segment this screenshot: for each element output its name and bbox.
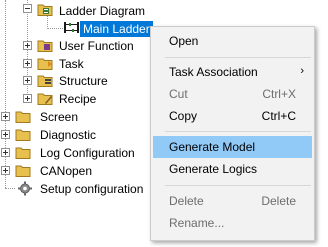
tree-item-label: User Function bbox=[59, 39, 134, 53]
tree-item-label: CANopen bbox=[40, 164, 93, 178]
menu-item-task-association[interactable]: Task Association › bbox=[153, 61, 312, 83]
task-folder-icon bbox=[37, 58, 53, 70]
submenu-arrow-icon: › bbox=[300, 65, 304, 77]
expand-toggle[interactable] bbox=[1, 112, 10, 121]
tree-item-ladder-diagram[interactable]: Ladder Diagram bbox=[0, 2, 150, 20]
menu-item-label: Copy bbox=[169, 109, 198, 123]
expand-toggle[interactable] bbox=[1, 166, 10, 175]
tree-item-setup-configuration[interactable]: Setup configuration bbox=[0, 180, 150, 198]
menu-item-label: Open bbox=[169, 34, 199, 48]
function-folder-icon bbox=[37, 40, 53, 52]
menu-item-delete[interactable]: Delete Delete bbox=[153, 190, 312, 212]
expand-toggle[interactable] bbox=[1, 148, 10, 157]
menu-item-label: Generate Model bbox=[169, 140, 256, 154]
context-menu: Open Task Association › Cut Ctrl+X Copy … bbox=[150, 26, 315, 241]
menu-item-copy[interactable]: Copy Ctrl+C bbox=[153, 105, 312, 127]
expand-toggle[interactable] bbox=[1, 130, 10, 139]
menu-separator bbox=[165, 57, 311, 58]
structure-folder-icon bbox=[37, 75, 53, 87]
tree-item-label: Ladder Diagram bbox=[59, 4, 146, 18]
menu-item-shortcut: Delete bbox=[261, 194, 296, 208]
folder-icon bbox=[15, 165, 31, 177]
tree-item-label: Task bbox=[59, 57, 84, 71]
tree-item-screen[interactable]: Screen bbox=[0, 108, 150, 126]
tree-item-task[interactable]: Task bbox=[0, 55, 150, 73]
tree-item-label: Diagnostic bbox=[40, 128, 97, 142]
tree-item-label: Screen bbox=[40, 110, 79, 124]
menu-separator bbox=[165, 185, 311, 186]
menu-item-cut[interactable]: Cut Ctrl+X bbox=[153, 83, 312, 105]
menu-item-rename[interactable]: Rename... bbox=[153, 212, 312, 234]
menu-item-shortcut: Ctrl+C bbox=[261, 109, 296, 123]
tree-item-label: Recipe bbox=[59, 92, 97, 106]
menu-item-generate-model[interactable]: Generate Model bbox=[153, 136, 312, 158]
expand-toggle[interactable] bbox=[23, 94, 32, 103]
expand-toggle[interactable] bbox=[23, 59, 32, 68]
menu-item-label: Delete bbox=[169, 194, 204, 208]
menu-item-label: Rename... bbox=[169, 216, 225, 230]
folder-icon bbox=[15, 129, 31, 141]
tree-item-label: Setup configuration bbox=[40, 182, 144, 196]
recipe-folder-icon bbox=[37, 93, 53, 105]
tree-item-main-ladder[interactable]: Main Ladder bbox=[0, 20, 153, 38]
menu-item-generate-logics[interactable]: Generate Logics bbox=[153, 158, 312, 180]
menu-separator bbox=[165, 131, 311, 132]
tree-item-log-configuration[interactable]: Log Configuration bbox=[0, 144, 150, 162]
ladder-folder-icon bbox=[37, 4, 53, 16]
expand-toggle[interactable] bbox=[23, 41, 32, 50]
tree-item-label: Log Configuration bbox=[40, 146, 135, 160]
tree-item-canopen[interactable]: CANopen bbox=[0, 162, 150, 180]
tree-item-user-function[interactable]: User Function bbox=[0, 37, 150, 55]
folder-icon bbox=[15, 111, 31, 123]
tree-item-structure[interactable]: Structure bbox=[0, 72, 150, 90]
menu-item-label: Cut bbox=[169, 87, 188, 101]
tree-item-recipe[interactable]: Recipe bbox=[0, 90, 150, 108]
tree-item-label: Structure bbox=[59, 74, 108, 88]
setup-gear-icon bbox=[18, 181, 32, 196]
menu-item-label: Generate Logics bbox=[169, 162, 258, 176]
collapse-toggle[interactable] bbox=[23, 4, 32, 13]
menu-item-shortcut: Ctrl+X bbox=[262, 87, 296, 101]
menu-item-label: Task Association bbox=[169, 65, 258, 79]
tree-item-label: Main Ladder bbox=[80, 21, 153, 37]
ladder-program-icon bbox=[64, 22, 79, 33]
folder-icon bbox=[15, 147, 31, 159]
expand-toggle[interactable] bbox=[23, 76, 32, 85]
menu-item-open[interactable]: Open bbox=[153, 30, 312, 52]
tree-item-diagnostic[interactable]: Diagnostic bbox=[0, 126, 150, 144]
